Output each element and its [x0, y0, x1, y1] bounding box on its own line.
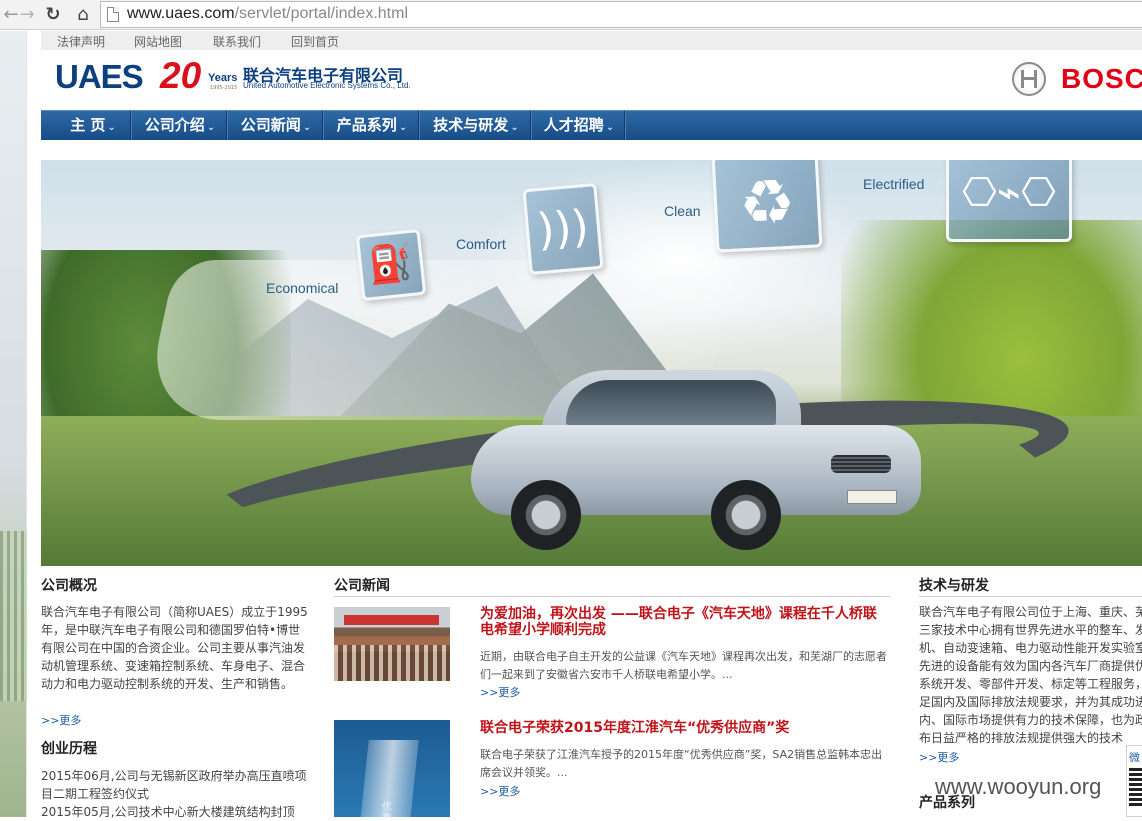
tech-title: 技术与研发 — [919, 578, 989, 594]
qr-code-icon — [1129, 768, 1142, 808]
url-text[interactable]: www.uaes.com/servlet/portal/index.html — [127, 5, 408, 23]
feature-economical: Economical — [266, 280, 339, 296]
news-summary: 联合电子荣获了江淮汽车授予的2015年度“优秀供应商”奖，SA2销售总监韩本忠出… — [480, 748, 883, 779]
news-more-link[interactable]: >>更多 — [480, 783, 520, 799]
recycle-icon: ♻ — [711, 160, 823, 253]
news-image-award[interactable]: 优秀供 — [334, 720, 450, 817]
browser-toolbar: ← → ↻ ⌂ www.uaes.com/servlet/portal/inde… — [0, 0, 1142, 30]
nav-careers[interactable]: 人才招聘 ⌄ — [533, 111, 625, 140]
news-headline[interactable]: 为爱加油，再次出发 ——联合电子《汽车天地》课程在千人桥联电希望小学顺利完成 — [480, 606, 890, 638]
bosch-logo-icon[interactable] — [1012, 62, 1046, 96]
nav-about[interactable]: 公司介绍 ⌄ — [133, 111, 227, 140]
news-title: 公司新闻 — [334, 578, 390, 594]
nav-rnd[interactable]: 技术与研发 ⌄ — [421, 111, 531, 140]
bosch-logo-text[interactable]: BOSCH — [1061, 63, 1142, 95]
home-link[interactable]: 回到首页 — [291, 33, 339, 50]
address-bar[interactable]: www.uaes.com/servlet/portal/index.html — [100, 1, 1142, 28]
news-summary: 近期，由联合电子自主开发的公益课《汽车天地》课程再次出发，和芜湖厂的志愿者们一起… — [480, 650, 887, 681]
news-headline[interactable]: 联合电子荣获2015年度江淮汽车“优秀供应商”奖 — [480, 720, 890, 736]
main-nav: 主 页 ⌄ 公司介绍 ⌄ 公司新闻 ⌄ 产品系列 ⌄ 技术与研发 ⌄ 人才招聘 ⌄ — [41, 110, 1142, 140]
tech-more-link[interactable]: >>更多 — [919, 749, 959, 765]
tech-divider — [919, 596, 1142, 597]
feature-clean: Clean — [664, 203, 701, 219]
logo-range: 1995-2015 — [210, 85, 238, 91]
news-more-link[interactable]: >>更多 — [480, 684, 520, 700]
reload-icon[interactable]: ↻ — [42, 4, 64, 26]
sitemap-link[interactable]: 网站地图 — [134, 33, 182, 50]
logo-anniversary: 20 — [160, 55, 202, 96]
nav-products[interactable]: 产品系列 ⌄ — [325, 111, 419, 140]
watermark-text: www.wooyun.org — [935, 774, 1102, 799]
top-links-bar: 法律声明 网站地图 联系我们 回到首页 — [41, 31, 1142, 50]
news-image-classroom[interactable] — [334, 607, 450, 681]
overview-title: 公司概况 — [41, 578, 97, 594]
nav-home[interactable]: 主 页 ⌄ — [55, 111, 131, 140]
weibo-widget[interactable]: 微 — [1126, 745, 1142, 817]
nav-news[interactable]: 公司新闻 ⌄ — [229, 111, 323, 140]
forward-arrow-icon[interactable]: → — [16, 4, 38, 26]
logo-years: Years — [208, 72, 238, 84]
feature-comfort: Comfort — [456, 236, 506, 252]
home-icon[interactable]: ⌂ — [72, 4, 94, 26]
history-item[interactable]: 2015年06月,公司与无锡新区政府举办高压直喷项目二期工程签约仪式 — [41, 767, 309, 803]
news-divider — [334, 596, 890, 597]
feature-electrified: Electrified — [863, 176, 925, 192]
wireless-signal-icon: ))) — [522, 182, 604, 276]
company-name-en: United Automotive Electronic Systems Co.… — [243, 81, 411, 90]
overview-text: 联合汽车电子有限公司（简称UAES）成立于1995年，是中联汽车电子有限公司和德… — [41, 605, 308, 691]
legal-link[interactable]: 法律声明 — [57, 33, 105, 50]
logo-brand: UAES — [55, 58, 144, 95]
fuel-pump-icon: ⛽ — [355, 228, 427, 302]
page-icon — [107, 7, 119, 22]
tech-text: 联合汽车电子有限公司位于上海、重庆、芜 三家技术中心拥有世界先进水平的整车、发 … — [919, 605, 1142, 745]
award-image-text: 优秀供 — [382, 802, 392, 817]
overview-more-link[interactable]: >>更多 — [41, 712, 81, 728]
weibo-label: 微 — [1129, 751, 1140, 764]
hero-banner[interactable]: Economical ⛽ Comfort ))) Clean ♻ Electri… — [41, 160, 1142, 566]
page-background — [0, 31, 27, 817]
circuit-icon: ⎔⌁⎔ — [946, 160, 1072, 242]
contact-link[interactable]: 联系我们 — [213, 33, 261, 50]
car-image — [471, 370, 921, 550]
history-title: 创业历程 — [41, 741, 97, 757]
website: 法律声明 网站地图 联系我们 回到首页 UAES 20 Years 1995-2… — [27, 31, 1142, 819]
history-item[interactable]: 2015年05月,公司技术中心新大楼建筑结构封顶 — [41, 803, 309, 821]
